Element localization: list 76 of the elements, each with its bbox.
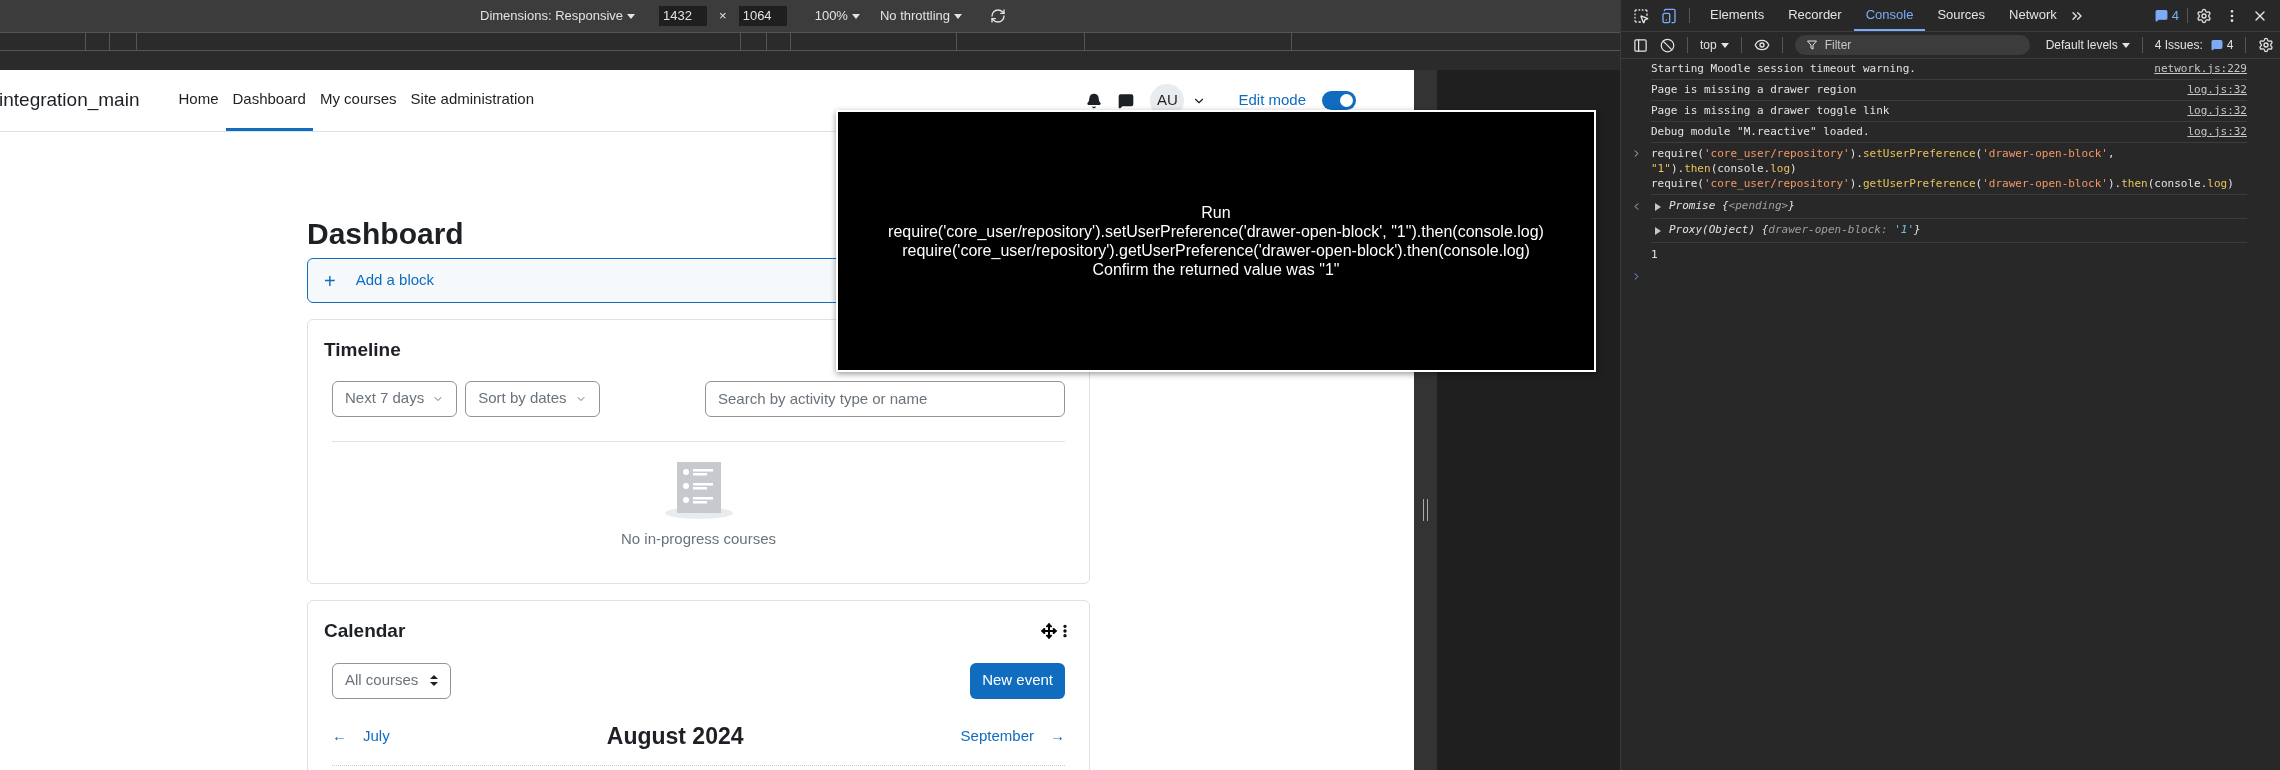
card-title: Timeline xyxy=(324,338,402,362)
caret-icon xyxy=(851,13,860,19)
console-message: Page is missing a drawer toggle link xyxy=(1651,102,1890,119)
source-link[interactable]: network.js:229 xyxy=(2154,60,2247,78)
source-link[interactable]: log.js:32 xyxy=(2187,81,2247,99)
issues-label: 4 Issues: xyxy=(2154,37,2203,54)
devtools-tab[interactable]: Network xyxy=(1997,0,2069,31)
height-field[interactable]: 1064 xyxy=(738,6,787,26)
source-link[interactable]: log.js:32 xyxy=(2187,102,2247,120)
clear-console-icon[interactable] xyxy=(1660,37,1675,53)
course-select[interactable]: All courses xyxy=(332,662,452,699)
devtools-tab[interactable]: Elements xyxy=(1698,0,1777,31)
filter-dropdown[interactable]: Sort by dates xyxy=(465,380,600,417)
move-icon[interactable] xyxy=(1041,623,1057,640)
console-command: require('core_user/repository').setUserPreference('drawer-open-block', xyxy=(1651,146,2116,161)
settings-icon[interactable] xyxy=(2196,7,2212,24)
devtools-tab[interactable]: Sources xyxy=(1925,0,1998,31)
dimensions-dropdown[interactable]: Dimensions: Responsive xyxy=(480,6,636,26)
instruction-line: Run xyxy=(1201,203,1231,222)
nav-link[interactable]: Dashboard xyxy=(225,70,313,131)
times-sign: × xyxy=(719,7,727,26)
context-dropdown[interactable]: top xyxy=(1700,36,1729,54)
filter-dropdown[interactable]: Next 7 days xyxy=(332,380,458,417)
messages-icon[interactable] xyxy=(1118,92,1135,109)
updown-icon xyxy=(430,675,439,686)
zoom-dropdown[interactable]: 100% xyxy=(814,6,860,26)
devtools-tab[interactable]: Recorder xyxy=(1776,0,1854,31)
console-command: require('core_user/repository').getUserPreference('drawer-open-block').then(console.log) xyxy=(1651,176,2235,191)
empty-list-icon xyxy=(663,461,734,520)
console-command: "1").then(console.log) xyxy=(1651,161,1798,176)
previous-month-link[interactable]: ← July xyxy=(332,724,390,747)
console-settings-icon[interactable] xyxy=(2258,37,2275,53)
console-output: 1 xyxy=(1651,246,1658,263)
sidebar-icon[interactable] xyxy=(1633,37,1648,53)
levels-dropdown[interactable]: Default levels xyxy=(2045,36,2130,54)
device-toolbar-icon[interactable] xyxy=(1661,7,1677,24)
caret-icon xyxy=(1720,42,1729,48)
console-message: Debug module "M.reactive" loaded. xyxy=(1651,123,1870,140)
funnel-icon xyxy=(1806,40,1817,50)
messages-badge[interactable]: 4 xyxy=(2154,5,2179,26)
empty-message: No in-progress courses xyxy=(620,528,777,549)
instruction-line: require('core_user/repository').getUserPreference('drawer-open-block').then(console.log) xyxy=(902,241,1530,260)
plus-icon: + xyxy=(324,265,336,296)
notifications-icon[interactable] xyxy=(1086,92,1103,109)
expand-triangle-icon[interactable] xyxy=(1655,202,1661,211)
caret-icon xyxy=(2121,42,2130,48)
instruction-line: require('core_user/repository').setUserPreference('drawer-open-block', "1").then(console.log) xyxy=(888,222,1544,241)
next-month-link[interactable]: September → xyxy=(960,724,1065,747)
month-title: August 2024 xyxy=(606,721,744,751)
nav-link[interactable]: Site administration xyxy=(403,70,541,131)
rotate-icon[interactable] xyxy=(990,8,1006,24)
edit-mode-label: Edit mode xyxy=(1238,90,1306,111)
card-title: Calendar xyxy=(324,619,407,643)
nav-link[interactable]: Home xyxy=(171,70,226,131)
console-message: Page is missing a drawer region xyxy=(1651,81,1857,98)
issues-badge[interactable]: 4 xyxy=(2210,36,2234,54)
instruction-line: Confirm the returned value was "1" xyxy=(1092,260,1340,279)
eye-icon[interactable] xyxy=(1753,37,1770,53)
filter-field[interactable]: Filter xyxy=(1794,35,2030,55)
caret-icon xyxy=(954,13,962,19)
width-field[interactable]: 1432 xyxy=(659,6,708,26)
new-event-button[interactable]: New event xyxy=(970,662,1065,699)
source-link[interactable]: log.js:32 xyxy=(2187,123,2247,141)
search-field[interactable]: Search by activity type or name xyxy=(705,380,1065,417)
inspect-icon[interactable] xyxy=(1633,7,1649,24)
console-result[interactable]: Proxy(Object) {drawer-open-block: '1'} xyxy=(1669,222,1921,239)
devtools-tab[interactable]: Console xyxy=(1853,0,1926,31)
console-message: Starting Moodle session timeout warning. xyxy=(1651,60,1916,77)
expand-triangle-icon[interactable] xyxy=(1655,226,1661,235)
caret-icon xyxy=(627,13,636,19)
edit-mode-toggle[interactable] xyxy=(1322,91,1356,110)
resize-handle[interactable] xyxy=(1423,499,1428,521)
site-name[interactable]: integration_main xyxy=(0,86,140,115)
throttling-dropdown[interactable]: No throttling xyxy=(879,6,962,26)
console-result[interactable]: Promise {<pending>} xyxy=(1669,198,1795,215)
nav-link[interactable]: My courses xyxy=(312,70,404,131)
